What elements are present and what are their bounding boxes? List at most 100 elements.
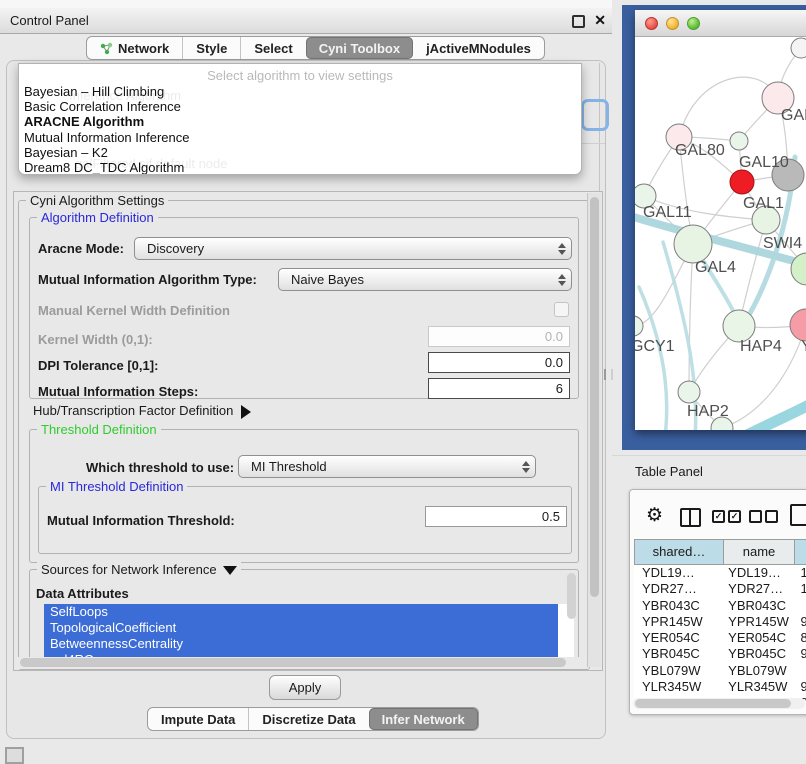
- group-title: Algorithm Definition: [37, 210, 158, 225]
- network-node-red[interactable]: [730, 170, 754, 194]
- tab-label: Select: [254, 41, 292, 56]
- tab-discretize-data[interactable]: Discretize Data: [248, 708, 368, 730]
- algorithm-option[interactable]: Bayesian – Hill Climbing: [19, 84, 581, 99]
- deselect-all-icon[interactable]: [749, 510, 778, 523]
- table-cell: YLR345W: [634, 679, 722, 695]
- table-row[interactable]: YBL079WYBL079W: [634, 663, 806, 679]
- table-row[interactable]: YER054CYER054C8.: [634, 630, 806, 646]
- network-node-gal10[interactable]: [730, 132, 748, 150]
- document-icon[interactable]: [790, 504, 806, 526]
- tab-jactivemnodules[interactable]: jActiveMNodules: [413, 37, 544, 59]
- tab-label: Discretize Data: [262, 712, 355, 727]
- mi-steps-input[interactable]: 6: [428, 378, 570, 399]
- network-node-hap2[interactable]: [678, 381, 700, 403]
- table-row[interactable]: YPR145WYPR145W9.: [634, 614, 806, 630]
- kernel-width-input[interactable]: 0.0: [428, 326, 570, 347]
- table-row[interactable]: YDR27…YDR27…12: [634, 581, 806, 597]
- split-columns-icon[interactable]: [680, 508, 701, 527]
- dock-panel-icon[interactable]: [5, 747, 24, 764]
- network-window-titlebar[interactable]: [635, 10, 806, 37]
- table-row[interactable]: YBR043CYBR043C: [634, 598, 806, 614]
- combo-value: MI Threshold: [251, 459, 327, 474]
- algorithm-option[interactable]: Bayesian – K2: [19, 145, 581, 160]
- group-title: MI Threshold Definition: [46, 479, 187, 494]
- table-row[interactable]: YBR045CYBR045C9.: [634, 646, 806, 662]
- mi-threshold-label: Mutual Information Threshold:: [47, 513, 235, 528]
- network-node-salmon[interactable]: [790, 309, 806, 341]
- tab-style[interactable]: Style: [182, 37, 240, 59]
- algorithm-definition-group: Algorithm Definition Aracne Mode: Discov…: [29, 217, 579, 399]
- aracne-mode-select[interactable]: Discovery: [134, 237, 572, 260]
- network-node-gal4[interactable]: [674, 225, 712, 263]
- network-icon: [100, 42, 113, 55]
- settings-horizontal-scrollbar[interactable]: [16, 657, 586, 669]
- table-row[interactable]: YDL19…YDL19…13: [634, 565, 806, 581]
- algorithm-option[interactable]: Mutual Information Inference: [19, 130, 581, 145]
- collapse-arrow-icon: [223, 566, 237, 575]
- tab-network[interactable]: Network: [87, 37, 182, 59]
- hub-definition-label: Hub/Transcription Factor Definition: [33, 403, 233, 418]
- unchecked-box-icon: [749, 510, 762, 523]
- close-icon[interactable]: ✕: [594, 8, 606, 33]
- minimize-traffic-light-icon[interactable]: [666, 17, 679, 30]
- table-horizontal-scrollbar[interactable]: [633, 698, 805, 709]
- network-edge: [679, 77, 778, 137]
- network-node-top-partial[interactable]: [791, 38, 806, 58]
- tab-cyni-toolbox[interactable]: Cyni Toolbox: [306, 37, 413, 59]
- manual-kernel-label: Manual Kernel Width Definition: [38, 303, 230, 318]
- node-label: SWI4: [763, 235, 802, 252]
- combo-value: Discovery: [147, 241, 204, 256]
- table-cell: YBR043C: [722, 598, 792, 614]
- scrollbar-thumb[interactable]: [635, 699, 791, 708]
- tab-impute-data[interactable]: Impute Data: [148, 708, 248, 730]
- dpi-tolerance-input[interactable]: 0.0: [428, 352, 570, 373]
- float-window-icon[interactable]: [572, 15, 585, 28]
- tab-label: Impute Data: [161, 712, 235, 727]
- group-title: Sources for Network Inference: [37, 562, 241, 577]
- zoom-traffic-light-icon[interactable]: [687, 17, 700, 30]
- panel-splitter-handle[interactable]: [604, 369, 613, 380]
- node-label: GAL10: [739, 154, 789, 171]
- mi-threshold-group: MI Threshold Definition Mutual Informati…: [38, 486, 572, 554]
- node-label: GAL1: [743, 195, 784, 212]
- select-all-icon[interactable]: ✓ ✓: [712, 510, 741, 523]
- column-header-name[interactable]: name: [724, 540, 795, 564]
- scrollbar-thumb[interactable]: [20, 658, 566, 667]
- table-cell: 13: [793, 565, 806, 581]
- which-threshold-select[interactable]: MI Threshold: [238, 455, 536, 478]
- table-header: shared… name A: [634, 539, 806, 565]
- table-cell: 9.: [793, 646, 806, 662]
- attribute-item[interactable]: SelfLoops: [44, 604, 558, 620]
- hub-definition-toggle[interactable]: Hub/Transcription Factor Definition: [33, 403, 251, 419]
- attributes-scrollbar[interactable]: [567, 573, 576, 619]
- kernel-width-label: Kernel Width (0,1):: [38, 332, 153, 347]
- tab-infer-network[interactable]: Infer Network: [369, 708, 478, 730]
- algorithm-option[interactable]: Basic Correlation Inference: [19, 99, 581, 114]
- column-header-shared-name[interactable]: shared…: [635, 540, 724, 564]
- tab-label: Network: [118, 41, 169, 56]
- apply-button[interactable]: Apply: [269, 675, 341, 700]
- gear-icon[interactable]: ⚙: [646, 504, 663, 527]
- mi-algorithm-type-select[interactable]: Naive Bayes: [278, 268, 572, 291]
- network-node-gcy1[interactable]: [635, 316, 643, 336]
- table-cell: 9.: [793, 679, 806, 695]
- combo-spinner-icon: [522, 456, 530, 477]
- manual-kernel-checkbox[interactable]: [554, 302, 569, 317]
- table-cell: YBR045C: [722, 646, 792, 662]
- table-row[interactable]: YLR345WYLR345W9.: [634, 679, 806, 695]
- close-traffic-light-icon[interactable]: [645, 17, 658, 30]
- attribute-item[interactable]: BetweennessCentrality: [44, 636, 558, 652]
- checked-box-icon: ✓: [728, 510, 741, 523]
- attribute-item[interactable]: TopologicalCoefficient: [44, 620, 558, 636]
- combo-value: Naive Bayes: [291, 272, 364, 287]
- settings-vertical-scrollbar[interactable]: [587, 193, 601, 667]
- algorithm-option[interactable]: ARACNE Algorithm: [19, 114, 581, 129]
- tab-select[interactable]: Select: [240, 37, 305, 59]
- column-header-partial[interactable]: A: [795, 540, 806, 564]
- cyni-algorithm-settings-group: Cyni Algorithm Settings Algorithm Defini…: [18, 200, 590, 670]
- network-canvas[interactable]: GALGAL80GAL10GAL1GAL11SWI4GAL4GCY1HAP4YH…: [635, 37, 806, 430]
- scrollbar-thumb[interactable]: [590, 197, 599, 597]
- focused-combo-fragment: [581, 99, 609, 131]
- algorithm-option[interactable]: Dream8 DC_TDC Algorithm: [19, 160, 581, 175]
- mi-threshold-input[interactable]: 0.5: [425, 506, 567, 527]
